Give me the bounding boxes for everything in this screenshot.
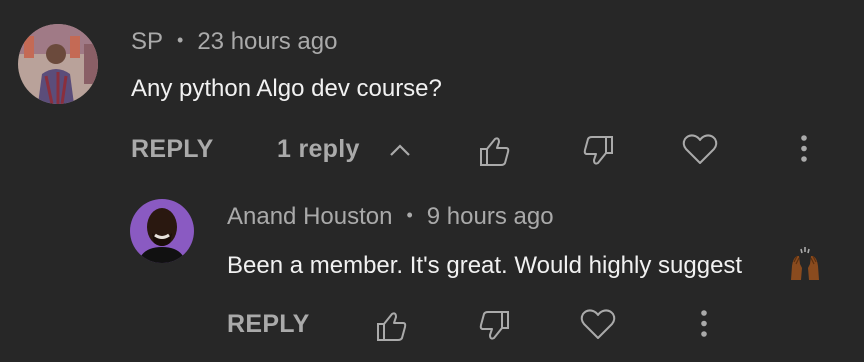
avatar-photo bbox=[18, 24, 98, 104]
view-replies-button[interactable]: 1 reply bbox=[277, 135, 411, 164]
thumbs-down-icon bbox=[583, 136, 613, 165]
reply-avatar[interactable] bbox=[130, 199, 194, 263]
dislike-button[interactable] bbox=[578, 131, 618, 171]
raising-hands-icon bbox=[787, 246, 823, 287]
separator-dot: • bbox=[177, 30, 184, 50]
author-name[interactable]: SP bbox=[131, 28, 163, 55]
like-button[interactable] bbox=[372, 306, 412, 346]
heart-button[interactable] bbox=[578, 304, 618, 344]
reply-text: Been a member. It's great. Would highly … bbox=[227, 252, 743, 279]
more-vert-icon bbox=[701, 310, 707, 337]
dislike-button[interactable] bbox=[474, 306, 514, 346]
more-vert-icon bbox=[801, 135, 807, 162]
reply-meta: Anand Houston • 9 hours ago bbox=[227, 203, 554, 231]
replies-count-label: 1 reply bbox=[277, 135, 360, 163]
heart-icon bbox=[580, 309, 616, 339]
more-options-button[interactable] bbox=[686, 304, 726, 344]
avatar-photo bbox=[130, 199, 194, 263]
more-options-button[interactable] bbox=[786, 129, 826, 169]
heart-icon bbox=[682, 134, 718, 164]
timestamp[interactable]: 9 hours ago bbox=[427, 203, 554, 230]
like-button[interactable] bbox=[475, 131, 515, 171]
heart-button[interactable] bbox=[680, 129, 720, 169]
reply-button[interactable]: REPLY bbox=[227, 310, 310, 339]
thumbs-up-icon bbox=[377, 312, 407, 341]
separator-dot: • bbox=[406, 205, 413, 225]
author-name[interactable]: Anand Houston bbox=[227, 203, 392, 230]
avatar[interactable] bbox=[18, 24, 98, 104]
reply-button[interactable]: REPLY bbox=[131, 135, 214, 164]
timestamp[interactable]: 23 hours ago bbox=[197, 28, 337, 55]
comment-text: Any python Algo dev course? bbox=[131, 75, 442, 102]
chevron-up-icon bbox=[390, 144, 410, 157]
thumbs-down-icon bbox=[479, 311, 509, 340]
thumbs-up-icon bbox=[480, 137, 510, 166]
comment-meta: SP • 23 hours ago bbox=[131, 28, 337, 56]
